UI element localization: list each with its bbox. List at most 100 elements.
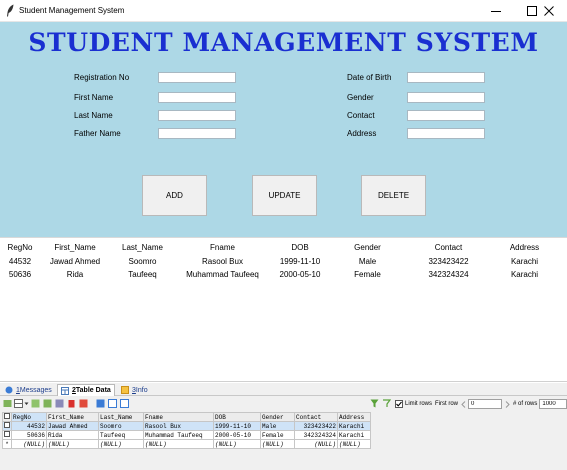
grid-cell[interactable]: 342324324 xyxy=(294,430,338,440)
first-row-input[interactable] xyxy=(468,399,503,409)
column-header[interactable]: First_Name xyxy=(46,412,99,422)
chevron-left-icon[interactable] xyxy=(460,400,467,409)
grid-cell[interactable]: (NULL) xyxy=(260,439,295,449)
column-header[interactable]: DOB xyxy=(270,243,330,252)
save-icon[interactable] xyxy=(55,399,64,408)
filter-grid-icon[interactable] xyxy=(79,399,88,408)
grid-cell[interactable]: Muhammad Taufeeq xyxy=(143,430,214,440)
column-header[interactable]: Contact xyxy=(405,243,492,252)
tab-messages[interactable]: 1 Messages xyxy=(2,384,55,396)
cell-fname: Rasool Bux xyxy=(202,257,243,266)
grid-cell[interactable]: Jawad Ahmed xyxy=(46,421,99,431)
form-mode-icon[interactable] xyxy=(108,399,117,408)
row-checkbox[interactable] xyxy=(2,430,12,440)
add-button[interactable]: ADD xyxy=(142,175,207,216)
info-icon xyxy=(5,386,13,394)
grid-cell[interactable]: 44532 xyxy=(11,421,47,431)
grid-cell[interactable]: Rasool Bux xyxy=(143,421,214,431)
cell-gender: Female xyxy=(354,270,381,279)
table-row[interactable]: 50636 Rida Taufeeq Muhammad Taufeeq 2000… xyxy=(2,430,371,440)
column-header[interactable]: Contact xyxy=(294,412,338,422)
grid-cell[interactable]: Soomro xyxy=(98,421,144,431)
last-name-field[interactable] xyxy=(158,110,236,121)
records-header: RegNo First_Name Last_Name Fname DOB Gen… xyxy=(0,243,567,255)
grid-cell[interactable]: (NULL) xyxy=(337,439,371,449)
gender-label: Gender xyxy=(347,93,374,102)
table-icon xyxy=(61,386,69,395)
refresh-icon[interactable] xyxy=(31,399,40,408)
grid-mode-icon[interactable] xyxy=(96,399,105,408)
table-row[interactable]: 44532 Jawad Ahmed Soomro Rasool Bux 1999… xyxy=(0,257,567,269)
chevron-down-icon[interactable] xyxy=(24,399,29,408)
grid-cell[interactable]: 50636 xyxy=(11,430,47,440)
delete-button[interactable]: DELETE xyxy=(361,175,426,216)
grid-cell[interactable]: 1999-11-10 xyxy=(213,421,261,431)
chevron-right-icon[interactable] xyxy=(504,400,511,409)
grid-view-icon[interactable] xyxy=(14,399,23,408)
grid-cell[interactable]: (NULL) xyxy=(294,439,338,449)
filter-icon[interactable] xyxy=(370,399,379,408)
records-table[interactable]: RegNo First_Name Last_Name Fname DOB Gen… xyxy=(0,237,567,382)
text-mode-icon[interactable] xyxy=(120,399,129,408)
column-header[interactable]: Last_Name xyxy=(110,243,175,252)
minimize-button[interactable] xyxy=(479,0,513,22)
grid-cell[interactable]: (NULL) xyxy=(143,439,214,449)
tab-table-data[interactable]: 2 Table Data xyxy=(57,384,115,396)
row-checkbox[interactable] xyxy=(2,421,12,431)
column-header[interactable]: First_Name xyxy=(40,243,110,252)
father-name-field[interactable] xyxy=(158,128,236,139)
cell-last-name: Taufeeq xyxy=(128,270,157,279)
registration-no-label: Registration No xyxy=(74,73,130,82)
reset-filter-icon[interactable] xyxy=(382,399,391,408)
column-header[interactable]: Fname xyxy=(175,243,270,252)
cell-first-name: Rida xyxy=(66,270,84,279)
num-rows-input[interactable] xyxy=(539,399,567,409)
cell-contact: 342324324 xyxy=(428,270,469,279)
grid-cell[interactable]: Female xyxy=(260,430,295,440)
first-name-field[interactable] xyxy=(158,92,236,103)
date-of-birth-field[interactable] xyxy=(407,72,485,83)
limit-rows-control[interactable]: Limit rows First row # of rows xyxy=(395,398,567,410)
update-button[interactable]: UPDATE xyxy=(252,175,317,216)
table-row-new[interactable]: * (NULL) (NULL) (NULL) (NULL) (NULL) (NU… xyxy=(2,439,371,449)
table-row[interactable]: 50636 Rida Taufeeq Muhammad Taufeeq 2000… xyxy=(0,270,567,282)
column-header[interactable]: RegNo xyxy=(11,412,47,422)
grid-cell[interactable]: Rida xyxy=(46,430,99,440)
first-row-label: First row xyxy=(435,401,459,407)
grid-cell[interactable]: Taufeeq xyxy=(98,430,144,440)
tab-info[interactable]: 3 Info xyxy=(118,384,151,396)
column-header[interactable]: DOB xyxy=(213,412,261,422)
grid-cell[interactable]: (NULL) xyxy=(213,439,261,449)
insert-row-icon[interactable] xyxy=(43,399,52,408)
export-icon[interactable] xyxy=(3,399,12,408)
grid-cell[interactable]: Male xyxy=(260,421,295,431)
address-field[interactable] xyxy=(407,128,485,139)
delete-icon[interactable] xyxy=(67,399,76,408)
column-header[interactable]: Address xyxy=(337,412,371,422)
column-header[interactable]: Gender xyxy=(260,412,295,422)
column-header[interactable]: Gender xyxy=(330,243,405,252)
table-row[interactable]: 44532 Jawad Ahmed Soomro Rasool Bux 1999… xyxy=(2,421,371,431)
result-grid[interactable]: RegNo First_Name Last_Name Fname DOB Gen… xyxy=(2,412,371,449)
column-header[interactable]: RegNo xyxy=(0,243,40,252)
grid-cell[interactable]: 2000-05-10 xyxy=(213,430,261,440)
cell-dob: 1999-11-10 xyxy=(279,257,321,266)
gender-field[interactable] xyxy=(407,92,485,103)
grid-cell[interactable]: Karachi xyxy=(337,421,371,431)
close-button[interactable] xyxy=(532,0,566,22)
column-header[interactable]: Fname xyxy=(143,412,214,422)
grid-cell[interactable]: (NULL) xyxy=(98,439,144,449)
registration-no-field[interactable] xyxy=(158,72,236,83)
column-header[interactable]: Last_Name xyxy=(98,412,144,422)
query-result-panel: 1 Messages 2 Table Data 3 Info Limit row… xyxy=(0,383,567,470)
num-rows-label: # of rows xyxy=(513,401,538,407)
column-header[interactable]: Address xyxy=(492,243,557,252)
contact-field[interactable] xyxy=(407,110,485,121)
grid-cell[interactable]: (NULL) xyxy=(46,439,99,449)
grid-cell[interactable]: 323423422 xyxy=(294,421,338,431)
grid-cell[interactable]: (NULL) xyxy=(11,439,47,449)
grid-cell[interactable]: Karachi xyxy=(337,430,371,440)
limit-rows-checkbox[interactable] xyxy=(395,400,403,408)
select-all-checkbox[interactable] xyxy=(2,412,12,422)
tab-info-label: Info xyxy=(135,386,148,394)
